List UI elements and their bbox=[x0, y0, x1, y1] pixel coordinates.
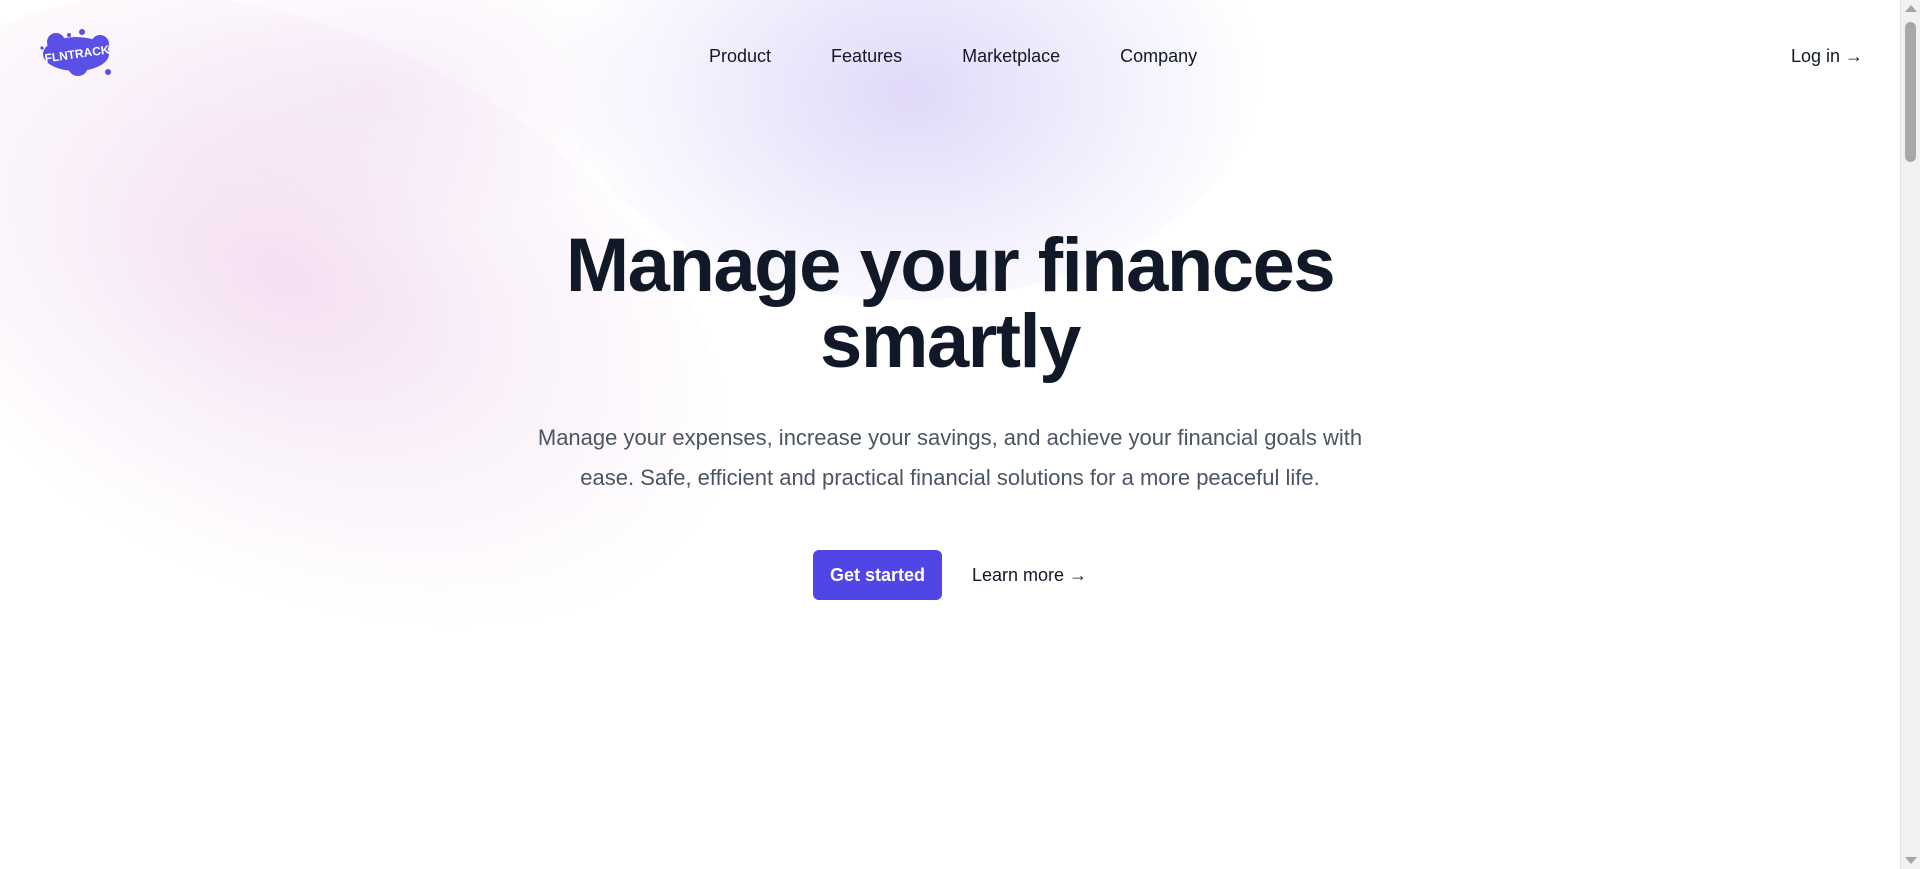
hero-section: Manage your finances smartly Manage your… bbox=[0, 228, 1900, 600]
hero-title-line-1: Manage your finances bbox=[565, 223, 1336, 308]
browser-viewport: FLNTRACK Product Features Marketplace Co… bbox=[0, 0, 1920, 869]
hero-subtitle: Manage your expenses, increase your savi… bbox=[537, 425, 1363, 490]
landing-page: FLNTRACK Product Features Marketplace Co… bbox=[0, 0, 1900, 869]
scroll-down-arrow-icon[interactable] bbox=[1905, 857, 1917, 864]
site-header: FLNTRACK Product Features Marketplace Co… bbox=[0, 0, 1900, 112]
hero-actions: Get started Learn more → bbox=[0, 550, 1900, 600]
scroll-up-arrow-icon[interactable] bbox=[1905, 5, 1917, 12]
main-nav: Product Features Marketplace Company bbox=[709, 44, 1197, 68]
nav-item-marketplace[interactable]: Marketplace bbox=[962, 44, 1060, 68]
nav-item-product[interactable]: Product bbox=[709, 44, 771, 68]
learn-more-link[interactable]: Learn more → bbox=[972, 565, 1087, 586]
scrollbar-thumb[interactable] bbox=[1905, 22, 1916, 162]
hero-title: Manage your finances smartly bbox=[500, 228, 1400, 380]
logo-icon: FLNTRACK bbox=[40, 29, 111, 76]
vertical-scrollbar[interactable] bbox=[1900, 0, 1920, 869]
get-started-button[interactable]: Get started bbox=[812, 550, 942, 600]
logo[interactable]: FLNTRACK bbox=[38, 28, 116, 80]
nav-item-features[interactable]: Features bbox=[831, 44, 902, 68]
hero-title-line-2: smartly bbox=[820, 299, 1081, 384]
nav-item-company[interactable]: Company bbox=[1120, 44, 1197, 68]
login-link[interactable]: Log in → bbox=[1791, 44, 1863, 68]
